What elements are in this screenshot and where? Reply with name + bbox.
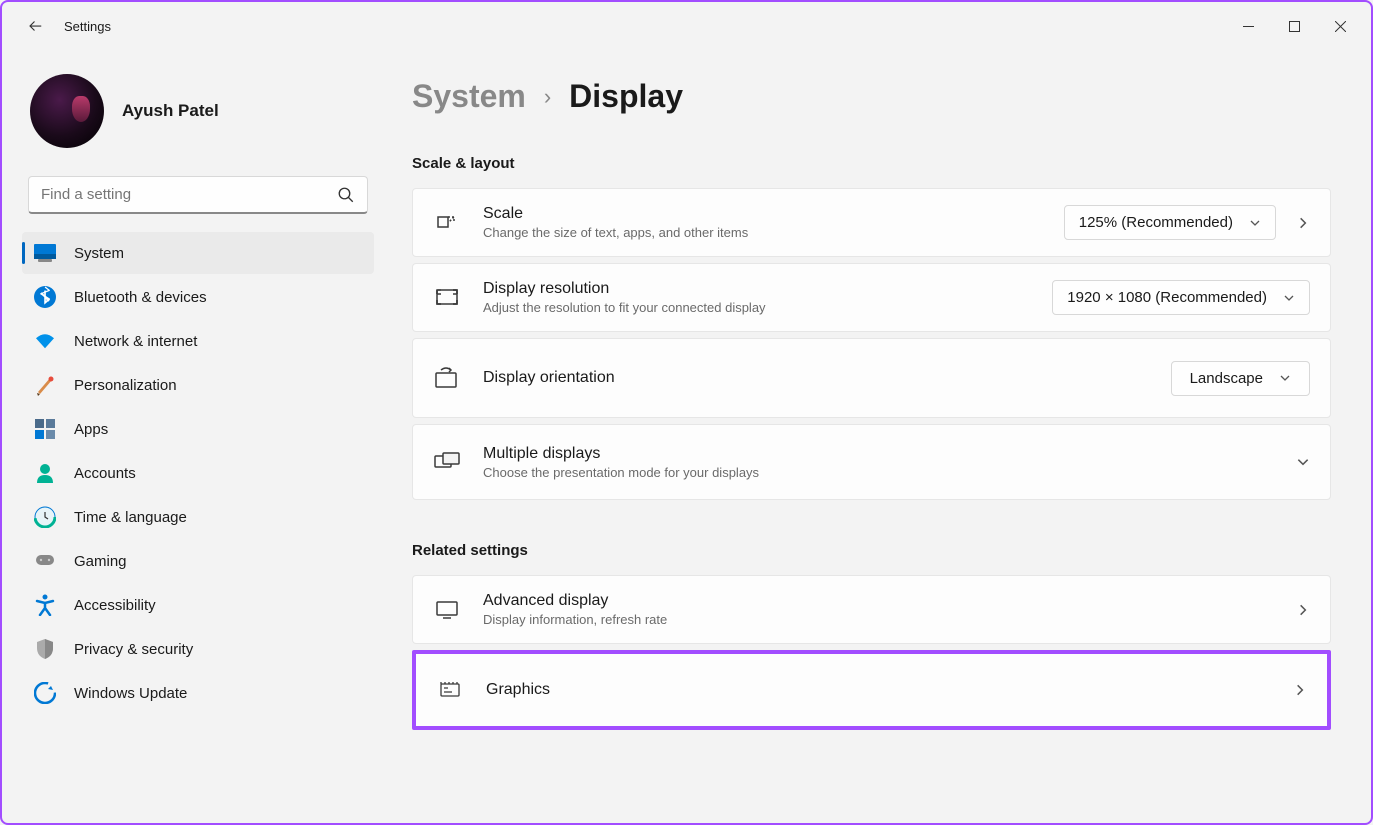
sidebar: Ayush Patel System Bluetooth & devices N… <box>2 50 382 823</box>
sidebar-item-label: Apps <box>74 421 108 438</box>
sidebar-item-accessibility[interactable]: Accessibility <box>22 584 374 626</box>
sidebar-item-label: Network & internet <box>74 333 197 350</box>
person-icon <box>34 462 56 484</box>
profile-section[interactable]: Ayush Patel <box>22 62 374 176</box>
minimize-icon <box>1243 21 1254 32</box>
nav: System Bluetooth & devices Network & int… <box>22 232 374 714</box>
setting-orientation[interactable]: Display orientation Landscape <box>412 338 1331 418</box>
setting-sub: Change the size of text, apps, and other… <box>483 225 1064 240</box>
multiple-displays-icon <box>433 448 461 476</box>
resolution-icon <box>433 284 461 312</box>
system-icon <box>34 242 56 264</box>
sidebar-item-bluetooth[interactable]: Bluetooth & devices <box>22 276 374 318</box>
display-icon <box>433 596 461 624</box>
sidebar-item-label: Accessibility <box>74 597 156 614</box>
setting-scale[interactable]: Scale Change the size of text, apps, and… <box>412 188 1331 257</box>
brush-icon <box>34 374 56 396</box>
chevron-down-icon <box>1279 372 1291 384</box>
breadcrumb: System › Display <box>412 78 1331 115</box>
sidebar-item-accounts[interactable]: Accounts <box>22 452 374 494</box>
app-title: Settings <box>64 19 111 34</box>
titlebar: Settings <box>2 2 1371 50</box>
setting-title: Multiple displays <box>483 445 1296 463</box>
setting-title: Display orientation <box>483 369 1171 387</box>
bluetooth-icon <box>34 286 56 308</box>
close-button[interactable] <box>1317 10 1363 42</box>
sidebar-item-update[interactable]: Windows Update <box>22 672 374 714</box>
close-icon <box>1335 21 1346 32</box>
clock-icon <box>34 506 56 528</box>
setting-resolution[interactable]: Display resolution Adjust the resolution… <box>412 263 1331 332</box>
sidebar-item-label: Accounts <box>74 465 136 482</box>
chevron-right-icon <box>1296 603 1310 617</box>
back-button[interactable] <box>24 14 48 38</box>
sidebar-item-time[interactable]: Time & language <box>22 496 374 538</box>
maximize-icon <box>1289 21 1300 32</box>
sidebar-item-label: Time & language <box>74 509 187 526</box>
graphics-icon <box>436 676 464 704</box>
breadcrumb-parent[interactable]: System <box>412 78 526 115</box>
setting-title: Graphics <box>486 681 1293 699</box>
sidebar-item-label: Gaming <box>74 553 127 570</box>
orientation-icon <box>433 364 461 392</box>
search-input[interactable] <box>41 186 337 203</box>
chevron-right-icon <box>1296 216 1310 230</box>
chevron-right-icon <box>1293 683 1307 697</box>
sidebar-item-label: Bluetooth & devices <box>74 289 207 306</box>
chevron-down-icon <box>1249 217 1261 229</box>
sidebar-item-apps[interactable]: Apps <box>22 408 374 450</box>
setting-title: Scale <box>483 205 1064 223</box>
wifi-icon <box>34 330 56 352</box>
section-title-related: Related settings <box>412 542 1331 559</box>
apps-icon <box>34 418 56 440</box>
sidebar-item-network[interactable]: Network & internet <box>22 320 374 362</box>
setting-graphics[interactable]: Graphics <box>412 650 1331 730</box>
minimize-button[interactable] <box>1225 10 1271 42</box>
main-content: System › Display Scale & layout Scale Ch… <box>382 50 1371 823</box>
scale-icon <box>433 209 461 237</box>
shield-icon <box>34 638 56 660</box>
sidebar-item-gaming[interactable]: Gaming <box>22 540 374 582</box>
dropdown-value: 1920 × 1080 (Recommended) <box>1067 289 1267 306</box>
chevron-right-icon: › <box>544 84 551 110</box>
setting-sub: Choose the presentation mode for your di… <box>483 465 1296 480</box>
sidebar-item-label: Privacy & security <box>74 641 193 658</box>
search-box[interactable] <box>28 176 368 214</box>
search-icon <box>337 186 355 204</box>
chevron-down-icon <box>1283 292 1295 304</box>
sidebar-item-label: System <box>74 245 124 262</box>
sidebar-item-system[interactable]: System <box>22 232 374 274</box>
update-icon <box>34 682 56 704</box>
setting-title: Advanced display <box>483 592 1296 610</box>
setting-sub: Adjust the resolution to fit your connec… <box>483 300 1052 315</box>
sidebar-item-personalization[interactable]: Personalization <box>22 364 374 406</box>
section-title-scale: Scale & layout <box>412 155 1331 172</box>
resolution-dropdown[interactable]: 1920 × 1080 (Recommended) <box>1052 280 1310 315</box>
setting-sub: Display information, refresh rate <box>483 612 1296 627</box>
orientation-dropdown[interactable]: Landscape <box>1171 361 1310 396</box>
breadcrumb-current: Display <box>569 78 683 115</box>
sidebar-item-privacy[interactable]: Privacy & security <box>22 628 374 670</box>
maximize-button[interactable] <box>1271 10 1317 42</box>
gamepad-icon <box>34 550 56 572</box>
setting-title: Display resolution <box>483 280 1052 298</box>
sidebar-item-label: Personalization <box>74 377 177 394</box>
chevron-down-icon <box>1296 455 1310 469</box>
username: Ayush Patel <box>122 101 219 121</box>
setting-advanced-display[interactable]: Advanced display Display information, re… <box>412 575 1331 644</box>
arrow-left-icon <box>27 17 45 35</box>
setting-multiple-displays[interactable]: Multiple displays Choose the presentatio… <box>412 424 1331 500</box>
scale-dropdown[interactable]: 125% (Recommended) <box>1064 205 1276 240</box>
accessibility-icon <box>34 594 56 616</box>
avatar <box>30 74 104 148</box>
dropdown-value: 125% (Recommended) <box>1079 214 1233 231</box>
dropdown-value: Landscape <box>1190 370 1263 387</box>
sidebar-item-label: Windows Update <box>74 685 187 702</box>
